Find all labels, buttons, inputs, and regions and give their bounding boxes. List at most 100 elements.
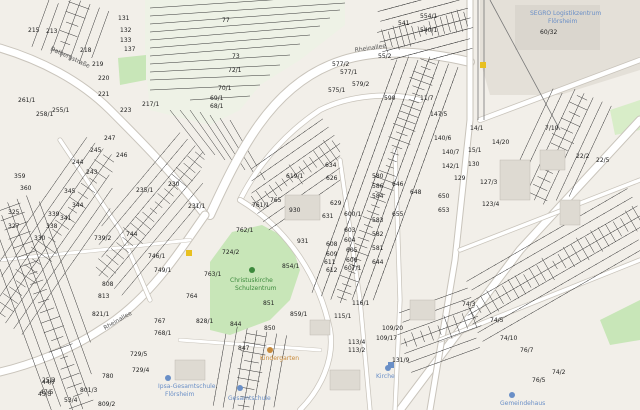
parcel-label: 221 [98, 91, 110, 98]
parcel-label: 765 [270, 197, 282, 204]
parcel-label: 131/9 [392, 357, 409, 364]
parcel-label: 606 [346, 257, 358, 264]
parcel-label: 325 [8, 209, 20, 216]
parcel-label: 258/1 [36, 111, 53, 118]
parcel-label: 744 [126, 231, 138, 238]
parcel-label: 603 [344, 227, 356, 234]
parcel-label: 147/5 [430, 111, 447, 118]
parcel-label: 45/3 [38, 391, 52, 398]
poi-christuskirche-label: Christuskirche [230, 277, 273, 284]
parcel-label: 132 [120, 27, 132, 34]
parcel-label: 611 [324, 259, 336, 266]
poi-ips-label: Ipsa-Gesamtschule [158, 383, 216, 390]
map-canvas[interactable]: 77 72/1 73 70/1 69/168/1 131 132 133 137 218219 21… [0, 0, 640, 410]
parcel-label: 109/20 [382, 325, 403, 332]
parcel-label: 14/1 [470, 125, 484, 132]
parcel-label: 600/1 [344, 211, 361, 218]
parcel-label: 218 [80, 47, 92, 54]
parcel-label: 338 [46, 223, 58, 230]
cadastral-map[interactable]: 77 72/1 73 70/1 69/1 68/1 131 132 133 137 218 219 21… [0, 0, 640, 410]
parcel-label: 739/2 [94, 235, 111, 242]
parcel-label: 123/4 [482, 201, 499, 208]
parcel-label: 626 [326, 175, 338, 182]
parcel-label: 55/2 [378, 53, 392, 60]
parcel-label: 808 [102, 281, 114, 288]
parcel-label: 763/1 [204, 271, 221, 278]
parcel-label: 140/7 [442, 149, 459, 156]
parcel-label: 74/5 [490, 317, 504, 324]
parcel-label: 133 [120, 37, 132, 44]
parcel-label: 74/10 [500, 335, 517, 342]
parcel-label: 327 [8, 223, 20, 230]
parcel-label: 580 [372, 173, 384, 180]
parcel-label: 73 [232, 53, 240, 60]
parcel-label: 554/1 [420, 13, 437, 20]
parcel-label: 644 [372, 259, 384, 266]
parcel-label: 130 [468, 161, 480, 168]
poi-segro-sub: Flörsheim [548, 18, 578, 25]
parcel-label: 729/5 [130, 351, 147, 358]
building-icon [509, 392, 515, 398]
parcel-label: 245 [90, 147, 102, 154]
parcel-label: 813 [98, 293, 110, 300]
parcel-label: 541 [398, 20, 410, 27]
poi-kirche-label: Kirche [376, 373, 395, 380]
parcel-label: 653 [438, 207, 450, 214]
parcel-label: 44/7 [42, 379, 56, 386]
parcel-label: 69/1 [210, 95, 224, 102]
parcel-label: 577/1 [340, 69, 357, 76]
parcel-label: 746/1 [148, 253, 165, 260]
parcel-label: 341 [60, 215, 72, 222]
parcel-label: 109/17 [376, 335, 397, 342]
parcel-label: 22/5 [596, 157, 610, 164]
parcel-label: 213 [46, 28, 58, 35]
parcel-label: 608 [326, 241, 338, 248]
parcel-label: 339 [48, 211, 60, 218]
parcel-label: 77 [222, 17, 230, 24]
parcel-label: 74/3 [462, 301, 476, 308]
parcel-label: 780 [102, 373, 114, 380]
parcel-label: 113/2 [348, 347, 365, 354]
parcel-label: 215 [28, 27, 40, 34]
parcel-label: 70/1 [218, 85, 232, 92]
parcel-label: 931 [297, 238, 309, 245]
parcel-label: 604 [344, 237, 356, 244]
parcel-label: 11/7 [420, 95, 434, 102]
parcel-label: 646 [392, 181, 404, 188]
parcel-label: 231/1 [188, 203, 205, 210]
parcel-label: 142/1 [442, 163, 459, 170]
parcel-label: 247 [104, 135, 116, 142]
tram-stop-icon[interactable] [388, 362, 394, 368]
parcel-label: 575/1 [328, 87, 345, 94]
parcel-label: 246 [116, 152, 128, 159]
parcel-label: 217/1 [142, 101, 159, 108]
parcel-label: 607/1 [344, 265, 361, 272]
parcel-label: 584 [372, 193, 384, 200]
parcel-label: 137 [124, 46, 136, 53]
parcel-label: 360 [20, 185, 32, 192]
parcel-label: 129 [454, 175, 466, 182]
poi-kindergarten-label: Kindergarten [260, 355, 299, 362]
parcel-label: 749/1 [154, 267, 171, 274]
parcel-label: 854/1 [282, 263, 299, 270]
parcel-label: 261/1 [18, 97, 35, 104]
parcel-label: 60/32 [540, 29, 557, 36]
parcel-label: 724/2 [222, 249, 239, 256]
parcel-label: 582 [372, 231, 384, 238]
parcel-label: 76/7 [520, 347, 534, 354]
parcel-label: 344 [72, 202, 84, 209]
bus-stop-icon[interactable] [186, 250, 192, 256]
parcel-label: 844 [230, 321, 242, 328]
parcel-label: 767 [154, 318, 166, 325]
parcel-label: 140/6 [434, 135, 451, 142]
poi-segro-label: SEGRO Logistikzentrum [530, 10, 601, 17]
bus-stop-icon[interactable] [480, 62, 486, 68]
parcel-label: 609 [326, 251, 338, 258]
parcel-label: 851 [263, 300, 275, 307]
parcel-label: 605 [346, 247, 358, 254]
parcel-label: 809/2 [98, 401, 115, 408]
parcel-label: 847 [238, 345, 250, 352]
parcel-label: 255/1 [52, 107, 69, 114]
parcel-label: 76/5 [532, 377, 546, 384]
parcel-label: 540/1 [420, 27, 437, 34]
